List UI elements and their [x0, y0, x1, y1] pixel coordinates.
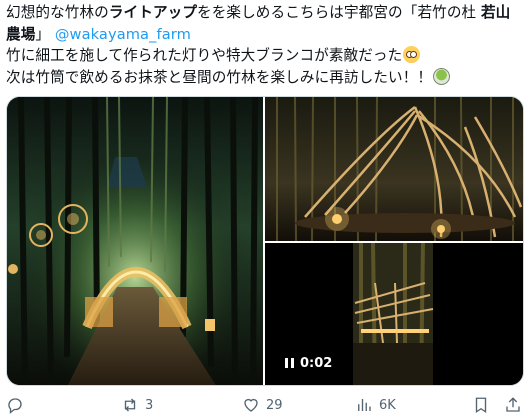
retweet-button[interactable]: 3	[121, 396, 153, 414]
tweet-line-3: 竹に細工を施して作られた灯りや特大ブランコが素敵だった	[6, 45, 526, 67]
video-player[interactable]: 0:02	[265, 243, 523, 385]
views-button[interactable]: 6K	[355, 396, 396, 414]
bookmark-button[interactable]	[472, 396, 490, 414]
text-segment: 次は竹筒で飲めるお抹茶と昼間の竹林を楽しみに再訪したい！！	[6, 68, 433, 86]
pause-icon[interactable]	[285, 358, 294, 368]
retweet-count: 3	[145, 397, 154, 413]
share-icon	[506, 397, 520, 412]
heart-icon	[244, 398, 258, 412]
reply-icon	[8, 398, 22, 414]
media-grid: 0:02	[6, 96, 524, 386]
mention-link[interactable]: @wakayama_farm	[55, 26, 191, 43]
views-count: 6K	[379, 397, 396, 413]
bookmark-icon	[475, 397, 487, 414]
flushed-face-emoji-icon	[403, 46, 421, 63]
matcha-emoji-icon	[433, 67, 451, 85]
reply-button[interactable]	[6, 396, 30, 414]
photo-bamboo-tunnel[interactable]	[7, 97, 263, 385]
video-duration-badge[interactable]: 0:02	[277, 351, 341, 375]
retweet-icon	[124, 398, 136, 412]
photo-bamboo-swing[interactable]	[265, 97, 523, 241]
video-duration: 0:02	[300, 355, 333, 371]
text-segment: 幻想的な竹林の	[6, 4, 109, 21]
tweet-line-2: 農場」 @wakayama_farm	[6, 24, 526, 46]
bold-text: 若山	[480, 4, 511, 21]
like-count: 29	[266, 397, 283, 413]
like-button[interactable]: 29	[242, 396, 283, 414]
tweet-line-1: 幻想的な竹林のライトアップをを楽しめるこちらは宇都宮の「若竹の杜 若山	[6, 2, 526, 24]
text-segment: 」	[35, 25, 51, 43]
text-segment: 竹に細工を施して作られた灯りや特大ブランコが素敵だった	[6, 47, 403, 64]
share-button[interactable]	[504, 396, 522, 414]
bold-text: 農場	[6, 25, 36, 43]
tweet-text: 幻想的な竹林のライトアップをを楽しめるこちらは宇都宮の「若竹の杜 若山 農場」 …	[6, 2, 526, 88]
text-segment: をを楽しめるこちらは宇都宮の「若竹の杜	[197, 4, 481, 21]
analytics-icon	[358, 399, 371, 411]
tweet-line-4: 次は竹筒で飲めるお抹茶と昼間の竹林を楽しみに再訪したい！！	[6, 67, 526, 89]
hashtag-bold-text: ライトアップ	[108, 4, 198, 21]
tweet-actions: 3 29 6K	[6, 394, 526, 417]
